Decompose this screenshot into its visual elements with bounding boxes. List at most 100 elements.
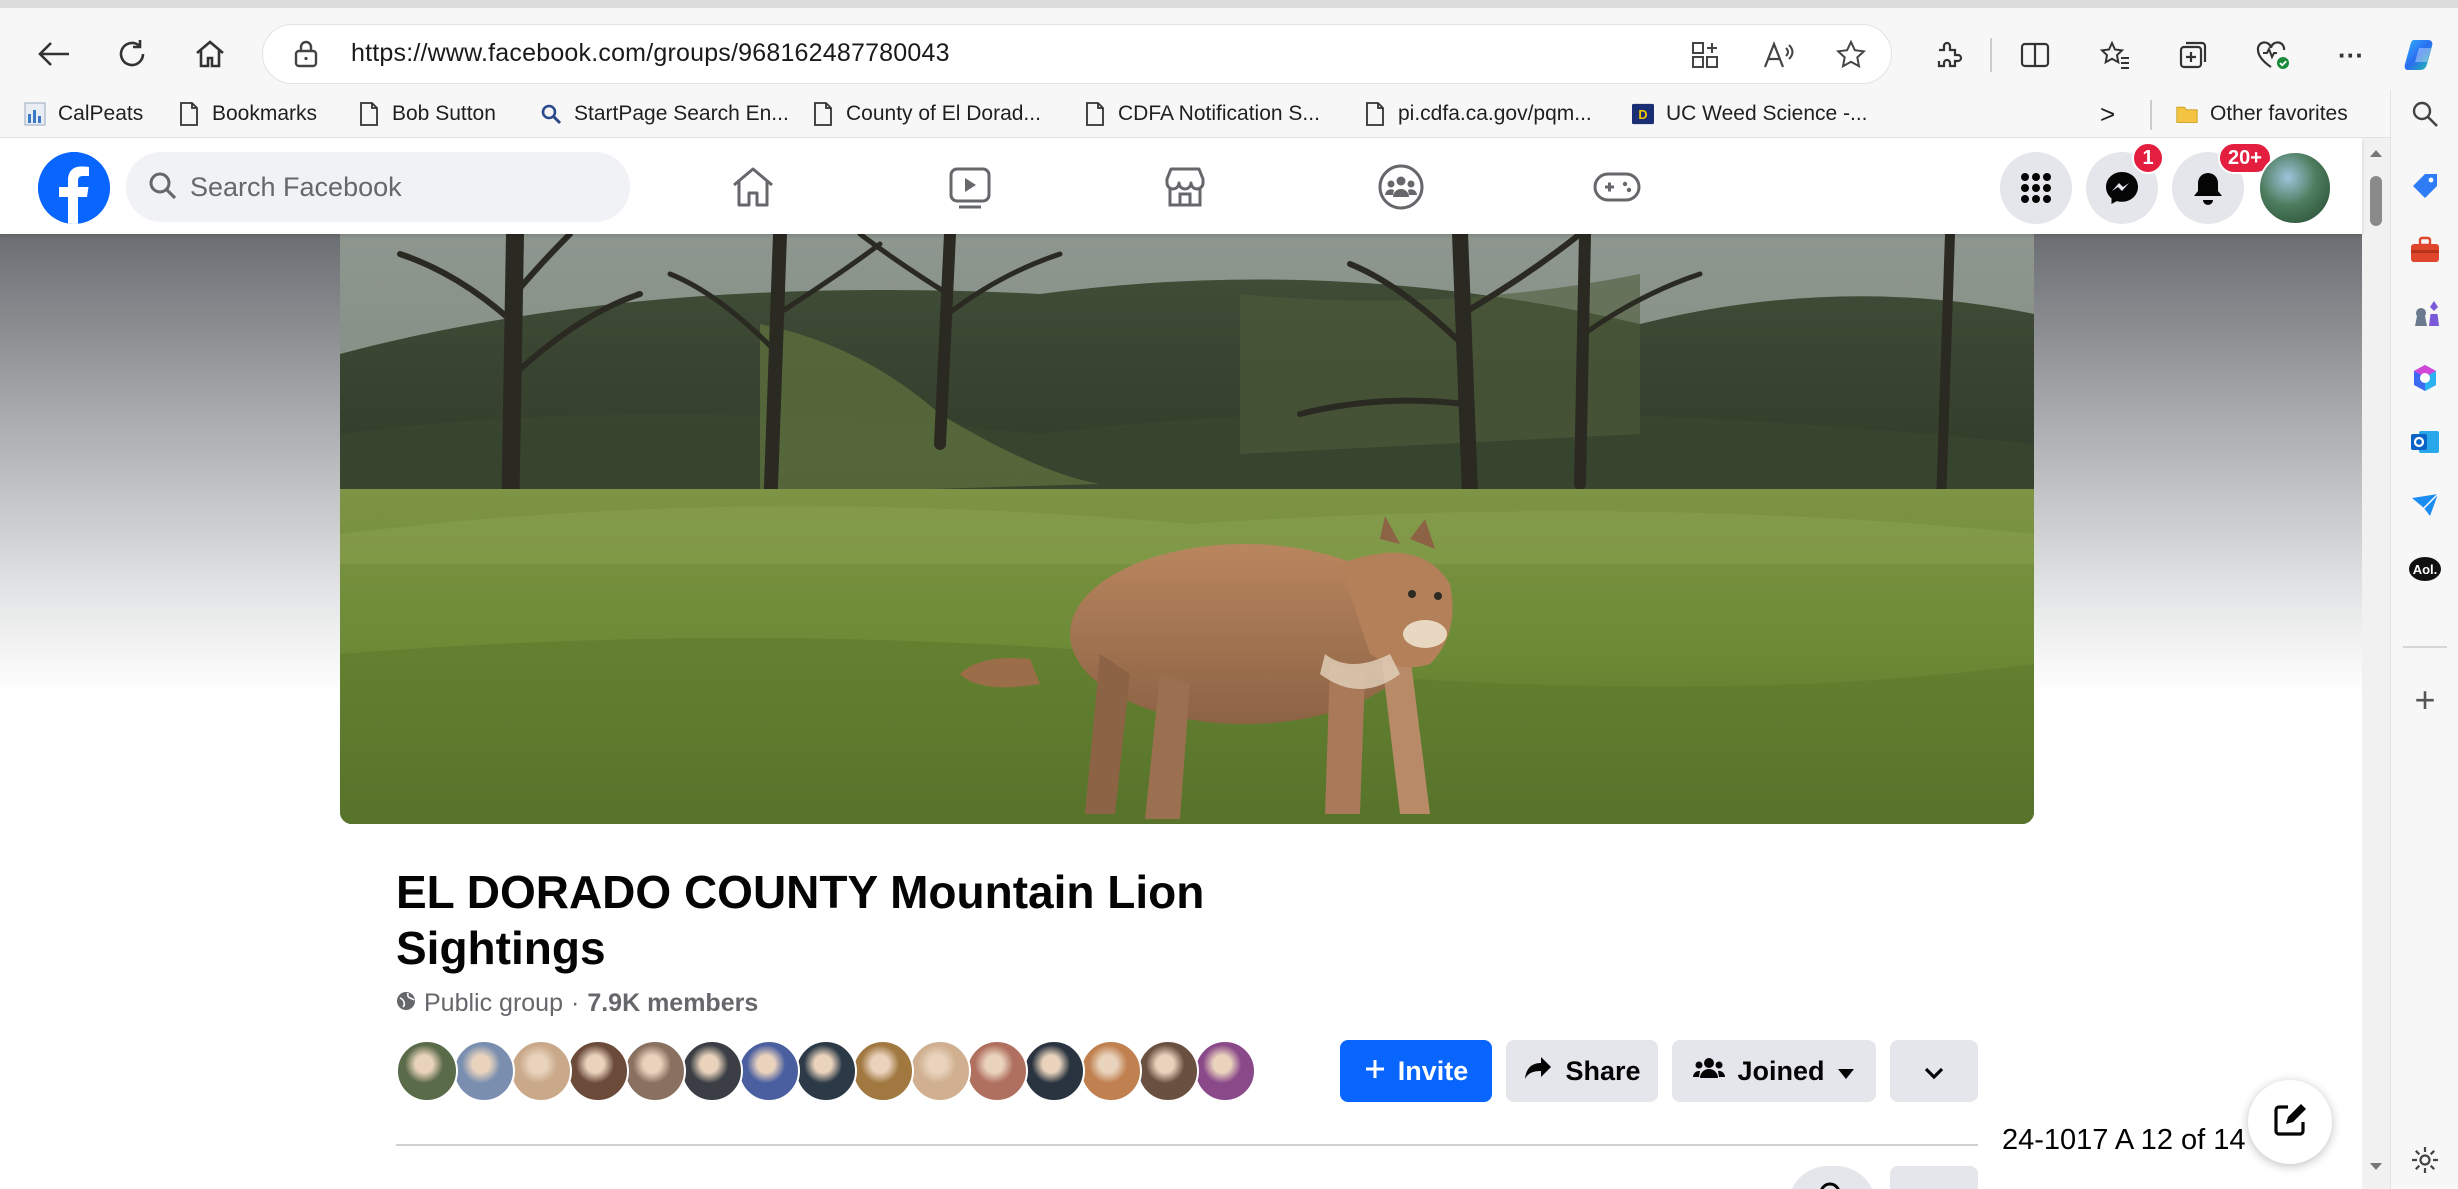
app-available-icon[interactable] bbox=[1687, 37, 1723, 73]
sidebar-settings-icon[interactable] bbox=[2405, 1140, 2445, 1180]
bookmark-label: UC Weed Science -... bbox=[1666, 102, 1868, 125]
send-telegram-icon[interactable] bbox=[2405, 486, 2445, 526]
home-icon[interactable] bbox=[186, 30, 234, 78]
bookmark-bob-sutton[interactable]: Bob Sutton bbox=[358, 98, 496, 130]
page-icon bbox=[178, 102, 200, 126]
aol-icon[interactable]: Aol. bbox=[2405, 550, 2445, 590]
member-avatar[interactable] bbox=[1080, 1040, 1142, 1102]
bookmarks-divider bbox=[2150, 100, 2152, 130]
bookmark-pi-cdfa[interactable]: pi.cdfa.ca.gov/pqm... bbox=[1364, 98, 1592, 130]
bookmark-uc-weed-science[interactable]: D UC Weed Science -... bbox=[1632, 98, 1868, 130]
member-avatar[interactable] bbox=[1194, 1040, 1256, 1102]
page-icon bbox=[812, 102, 834, 126]
menu-grid-icon[interactable] bbox=[2000, 152, 2072, 224]
caret-down-icon bbox=[1837, 1056, 1855, 1087]
read-aloud-icon[interactable] bbox=[1761, 37, 1797, 73]
nav-watch-icon[interactable] bbox=[925, 156, 1015, 218]
bookmark-calpeats[interactable]: CalPeats bbox=[24, 98, 143, 130]
member-avatar[interactable] bbox=[567, 1040, 629, 1102]
tab-strip bbox=[0, 0, 2458, 8]
settings-more-icon[interactable]: ··· bbox=[2330, 34, 2372, 76]
share-button[interactable]: Share bbox=[1506, 1040, 1658, 1102]
search-icon bbox=[148, 169, 178, 208]
shopping-tag-icon[interactable] bbox=[2405, 166, 2445, 206]
plus-icon bbox=[1364, 1056, 1386, 1087]
privacy-label[interactable]: Public group bbox=[424, 989, 563, 1018]
page-icon bbox=[358, 102, 380, 126]
other-favorites-folder[interactable]: Other favorites bbox=[2176, 98, 2348, 130]
more-actions-button[interactable] bbox=[1890, 1166, 1978, 1189]
collections-icon[interactable] bbox=[2172, 34, 2214, 76]
member-avatar[interactable] bbox=[795, 1040, 857, 1102]
favorite-star-icon[interactable] bbox=[1833, 37, 1869, 73]
bookmark-startpage[interactable]: StartPage Search En... bbox=[540, 98, 789, 130]
member-avatar[interactable] bbox=[966, 1040, 1028, 1102]
search-group-button[interactable] bbox=[1788, 1166, 1876, 1189]
svg-text:Aol.: Aol. bbox=[2413, 562, 2438, 577]
new-message-button[interactable] bbox=[2248, 1080, 2332, 1164]
games-chess-icon[interactable] bbox=[2405, 294, 2445, 334]
bookmark-bookmarks[interactable]: Bookmarks bbox=[178, 98, 317, 130]
nav-groups-icon[interactable] bbox=[1356, 156, 1446, 218]
bookmark-county-el-dorado[interactable]: County of El Dorad... bbox=[812, 98, 1041, 130]
member-avatar[interactable] bbox=[738, 1040, 800, 1102]
member-avatar[interactable] bbox=[510, 1040, 572, 1102]
facebook-logo-icon[interactable] bbox=[38, 152, 110, 224]
site-info-icon[interactable] bbox=[293, 39, 319, 74]
split-screen-icon[interactable] bbox=[2014, 34, 2056, 76]
browser-essentials-icon[interactable] bbox=[2252, 34, 2294, 76]
bookmark-cdfa-notification[interactable]: CDFA Notification S... bbox=[1084, 98, 1320, 130]
member-avatar[interactable] bbox=[624, 1040, 686, 1102]
scroll-up-arrow-icon[interactable] bbox=[2369, 148, 2383, 158]
member-avatar[interactable] bbox=[1137, 1040, 1199, 1102]
nav-gaming-icon[interactable] bbox=[1572, 156, 1662, 218]
search-icon bbox=[1820, 1182, 1840, 1189]
cover-photo[interactable] bbox=[340, 234, 2034, 824]
facebook-topbar: Search Facebook 1 20+ bbox=[0, 138, 2362, 234]
outlook-icon[interactable] bbox=[2405, 422, 2445, 462]
search-icon[interactable] bbox=[2405, 94, 2445, 134]
member-avatar[interactable] bbox=[453, 1040, 515, 1102]
member-avatar[interactable] bbox=[1023, 1040, 1085, 1102]
svg-text:D: D bbox=[1638, 108, 1647, 122]
facebook-search-input[interactable]: Search Facebook bbox=[126, 152, 630, 222]
scroll-thumb[interactable] bbox=[2370, 176, 2382, 226]
nav-marketplace-icon[interactable] bbox=[1140, 156, 1230, 218]
page-scrollbar[interactable] bbox=[2362, 138, 2390, 1189]
bar-chart-icon bbox=[24, 102, 46, 126]
address-bar[interactable]: https://www.facebook.com/groups/96816248… bbox=[262, 24, 1892, 84]
extensions-icon[interactable] bbox=[1928, 34, 1970, 76]
scroll-down-arrow-icon[interactable] bbox=[2369, 1162, 2383, 1172]
bookmarks-overflow-chevron[interactable]: > bbox=[2100, 98, 2115, 130]
group-title[interactable]: EL DORADO COUNTY Mountain Lion Sightings bbox=[396, 864, 1296, 976]
joined-button[interactable]: Joined bbox=[1672, 1040, 1876, 1102]
compose-icon bbox=[2271, 1101, 2309, 1144]
favorites-icon[interactable] bbox=[2094, 34, 2136, 76]
member-avatar[interactable] bbox=[681, 1040, 743, 1102]
invite-button[interactable]: Invite bbox=[1340, 1040, 1492, 1102]
folder-icon bbox=[2176, 102, 2198, 126]
invite-label: Invite bbox=[1397, 1055, 1469, 1086]
member-avatar[interactable] bbox=[909, 1040, 971, 1102]
refresh-icon[interactable] bbox=[108, 30, 156, 78]
bookmark-label: Bob Sutton bbox=[392, 102, 496, 125]
bookmark-label: CalPeats bbox=[58, 102, 144, 125]
meta-separator: · bbox=[570, 989, 580, 1017]
more-options-button[interactable] bbox=[1890, 1040, 1978, 1102]
member-avatar[interactable] bbox=[396, 1040, 458, 1102]
url-text[interactable]: https://www.facebook.com/groups/96816248… bbox=[351, 39, 950, 68]
tools-briefcase-icon[interactable] bbox=[2405, 230, 2445, 270]
copilot-icon[interactable] bbox=[2402, 34, 2444, 76]
share-label: Share bbox=[1565, 1055, 1641, 1086]
profile-avatar[interactable] bbox=[2258, 151, 2332, 225]
microsoft-365-icon[interactable] bbox=[2405, 358, 2445, 398]
members-count[interactable]: 7.9K members bbox=[587, 989, 758, 1018]
search-icon bbox=[540, 102, 562, 126]
screen: https://www.facebook.com/groups/96816248… bbox=[0, 0, 2458, 1189]
bookmark-label: County of El Dorad... bbox=[846, 102, 1041, 125]
add-icon[interactable]: + bbox=[2405, 679, 2445, 720]
chevron-down-icon bbox=[1924, 1056, 1944, 1087]
member-avatar[interactable] bbox=[852, 1040, 914, 1102]
nav-home-icon[interactable] bbox=[708, 156, 798, 218]
back-icon[interactable] bbox=[30, 30, 78, 78]
